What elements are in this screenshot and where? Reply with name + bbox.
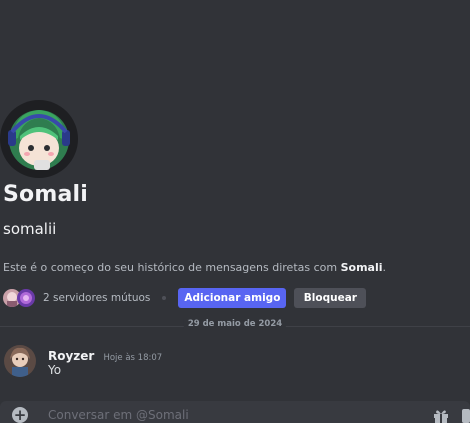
dm-channel: Somali somalii Este é o começo do seu hi… (0, 0, 470, 423)
dm-intro-text: Este é o começo do seu histórico de mens… (3, 261, 386, 274)
mutual-server-icons[interactable] (3, 289, 39, 307)
message-content: Yo (48, 363, 62, 377)
plus-circle-icon[interactable]: + (12, 407, 28, 423)
profile-display-name: Somali (3, 182, 89, 207)
intro-name: Somali (340, 261, 383, 274)
message-input[interactable] (48, 405, 408, 423)
mutual-servers-link[interactable]: 2 servidores mútuos (43, 292, 150, 304)
separator-dot (162, 296, 167, 300)
server-icon[interactable] (17, 289, 35, 307)
message-author[interactable]: Royzer (48, 349, 94, 363)
more-icon[interactable] (462, 409, 470, 423)
mutual-servers-row: 2 servidores mútuos Adicionar amigo Bloq… (3, 288, 367, 308)
divider-date: 29 de maio de 2024 (183, 319, 287, 329)
message-header: Royzer Hoje às 18:07 (48, 345, 162, 364)
intro-prefix: Este é o começo do seu histórico de mens… (3, 261, 341, 274)
message-composer: + (0, 401, 470, 423)
intro-suffix: . (382, 261, 387, 274)
avatar[interactable] (4, 345, 36, 377)
add-friend-button[interactable]: Adicionar amigo (178, 288, 287, 308)
message-timestamp: Hoje às 18:07 (103, 353, 163, 363)
profile-avatar[interactable] (0, 100, 78, 178)
gift-icon[interactable] (432, 407, 450, 423)
block-button[interactable]: Bloquear (294, 288, 367, 308)
profile-username: somalii (3, 220, 57, 238)
date-divider: 29 de maio de 2024 (0, 319, 470, 333)
